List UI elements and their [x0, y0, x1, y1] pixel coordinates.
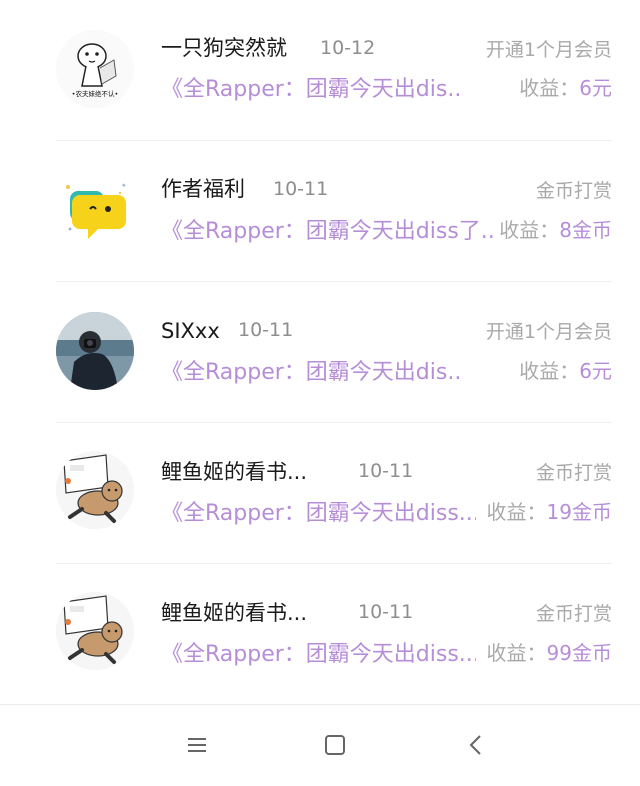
- reward-type: 开通1个月会员: [485, 321, 612, 343]
- user-name: SIXxx: [161, 319, 220, 343]
- user-name: 鲤鱼姬的看书...: [161, 460, 308, 484]
- income-amount: 收益：6元: [519, 74, 612, 102]
- cartoon-bear-avatar[interactable]: [56, 451, 134, 529]
- user-name: 作者福利: [161, 177, 245, 201]
- book-title-link[interactable]: 《全Rapper：团霸今天出dis...: [161, 359, 461, 387]
- list-item[interactable]: SIXxx 10-11 开通1个月会员 《全Rapper：团霸今天出dis...…: [0, 282, 640, 423]
- record-date: 10-12: [320, 37, 376, 59]
- record-date: 10-11: [358, 460, 414, 482]
- reward-type: 开通1个月会员: [485, 39, 612, 61]
- yellow-chat-bubble-avatar[interactable]: [56, 171, 134, 249]
- user-name: 一只狗突然就: [161, 36, 287, 60]
- income-value: 99金币: [546, 641, 612, 665]
- income-amount: 收益：6元: [519, 357, 612, 385]
- book-title-link[interactable]: 《全Rapper：团霸今天出diss...: [161, 500, 476, 528]
- book-title-link[interactable]: 《全Rapper：团霸今天出diss了...: [161, 218, 494, 246]
- dog-meme-avatar[interactable]: •农夫妹绝不认•: [56, 30, 134, 108]
- record-date: 10-11: [238, 319, 294, 341]
- list-item[interactable]: 作者福利 10-11 金币打赏 《全Rapper：团霸今天出diss了... 收…: [0, 141, 640, 282]
- avatar-caption: •农夫妹绝不认•: [72, 89, 119, 98]
- income-label: 收益：: [486, 500, 547, 524]
- income-label: 收益：: [519, 76, 580, 100]
- home-square-icon[interactable]: [321, 731, 349, 759]
- reward-type: 金币打赏: [535, 603, 612, 625]
- book-title-link[interactable]: 《全Rapper：团霸今天出diss...: [161, 641, 476, 669]
- list-item[interactable]: •农夫妹绝不认• 一只狗突然就 10-12 开通1个月会员 《全Rapper：团…: [0, 0, 640, 141]
- income-value: 6元: [579, 359, 612, 383]
- list-item[interactable]: 鲤鱼姬的看书... 10-11 金币打赏 《全Rapper：团霸今天出diss.…: [0, 423, 640, 564]
- income-value: 6元: [579, 76, 612, 100]
- income-amount: 收益：8金币: [499, 216, 612, 244]
- income-value: 19金币: [546, 500, 612, 524]
- income-amount: 收益：19金币: [487, 498, 612, 526]
- back-chevron-icon[interactable]: [462, 731, 490, 759]
- photo-person-avatar[interactable]: [56, 312, 134, 390]
- system-navigation-bar: [0, 704, 640, 786]
- income-amount: 收益：99金币: [487, 639, 612, 667]
- record-date: 10-11: [273, 178, 329, 200]
- user-name: 鲤鱼姬的看书...: [161, 601, 308, 625]
- income-label: 收益：: [499, 218, 560, 242]
- list-item[interactable]: 鲤鱼姬的看书... 10-11 金币打赏 《全Rapper：团霸今天出diss.…: [0, 564, 640, 705]
- reward-type: 金币打赏: [535, 180, 612, 202]
- income-label: 收益：: [519, 359, 580, 383]
- income-label: 收益：: [486, 641, 547, 665]
- book-title-link[interactable]: 《全Rapper：团霸今天出dis...: [161, 76, 461, 104]
- record-date: 10-11: [358, 601, 414, 623]
- menu-icon[interactable]: [183, 731, 211, 759]
- cartoon-bear-avatar[interactable]: [56, 592, 134, 670]
- income-value: 8金币: [559, 218, 612, 242]
- reward-type: 金币打赏: [535, 462, 612, 484]
